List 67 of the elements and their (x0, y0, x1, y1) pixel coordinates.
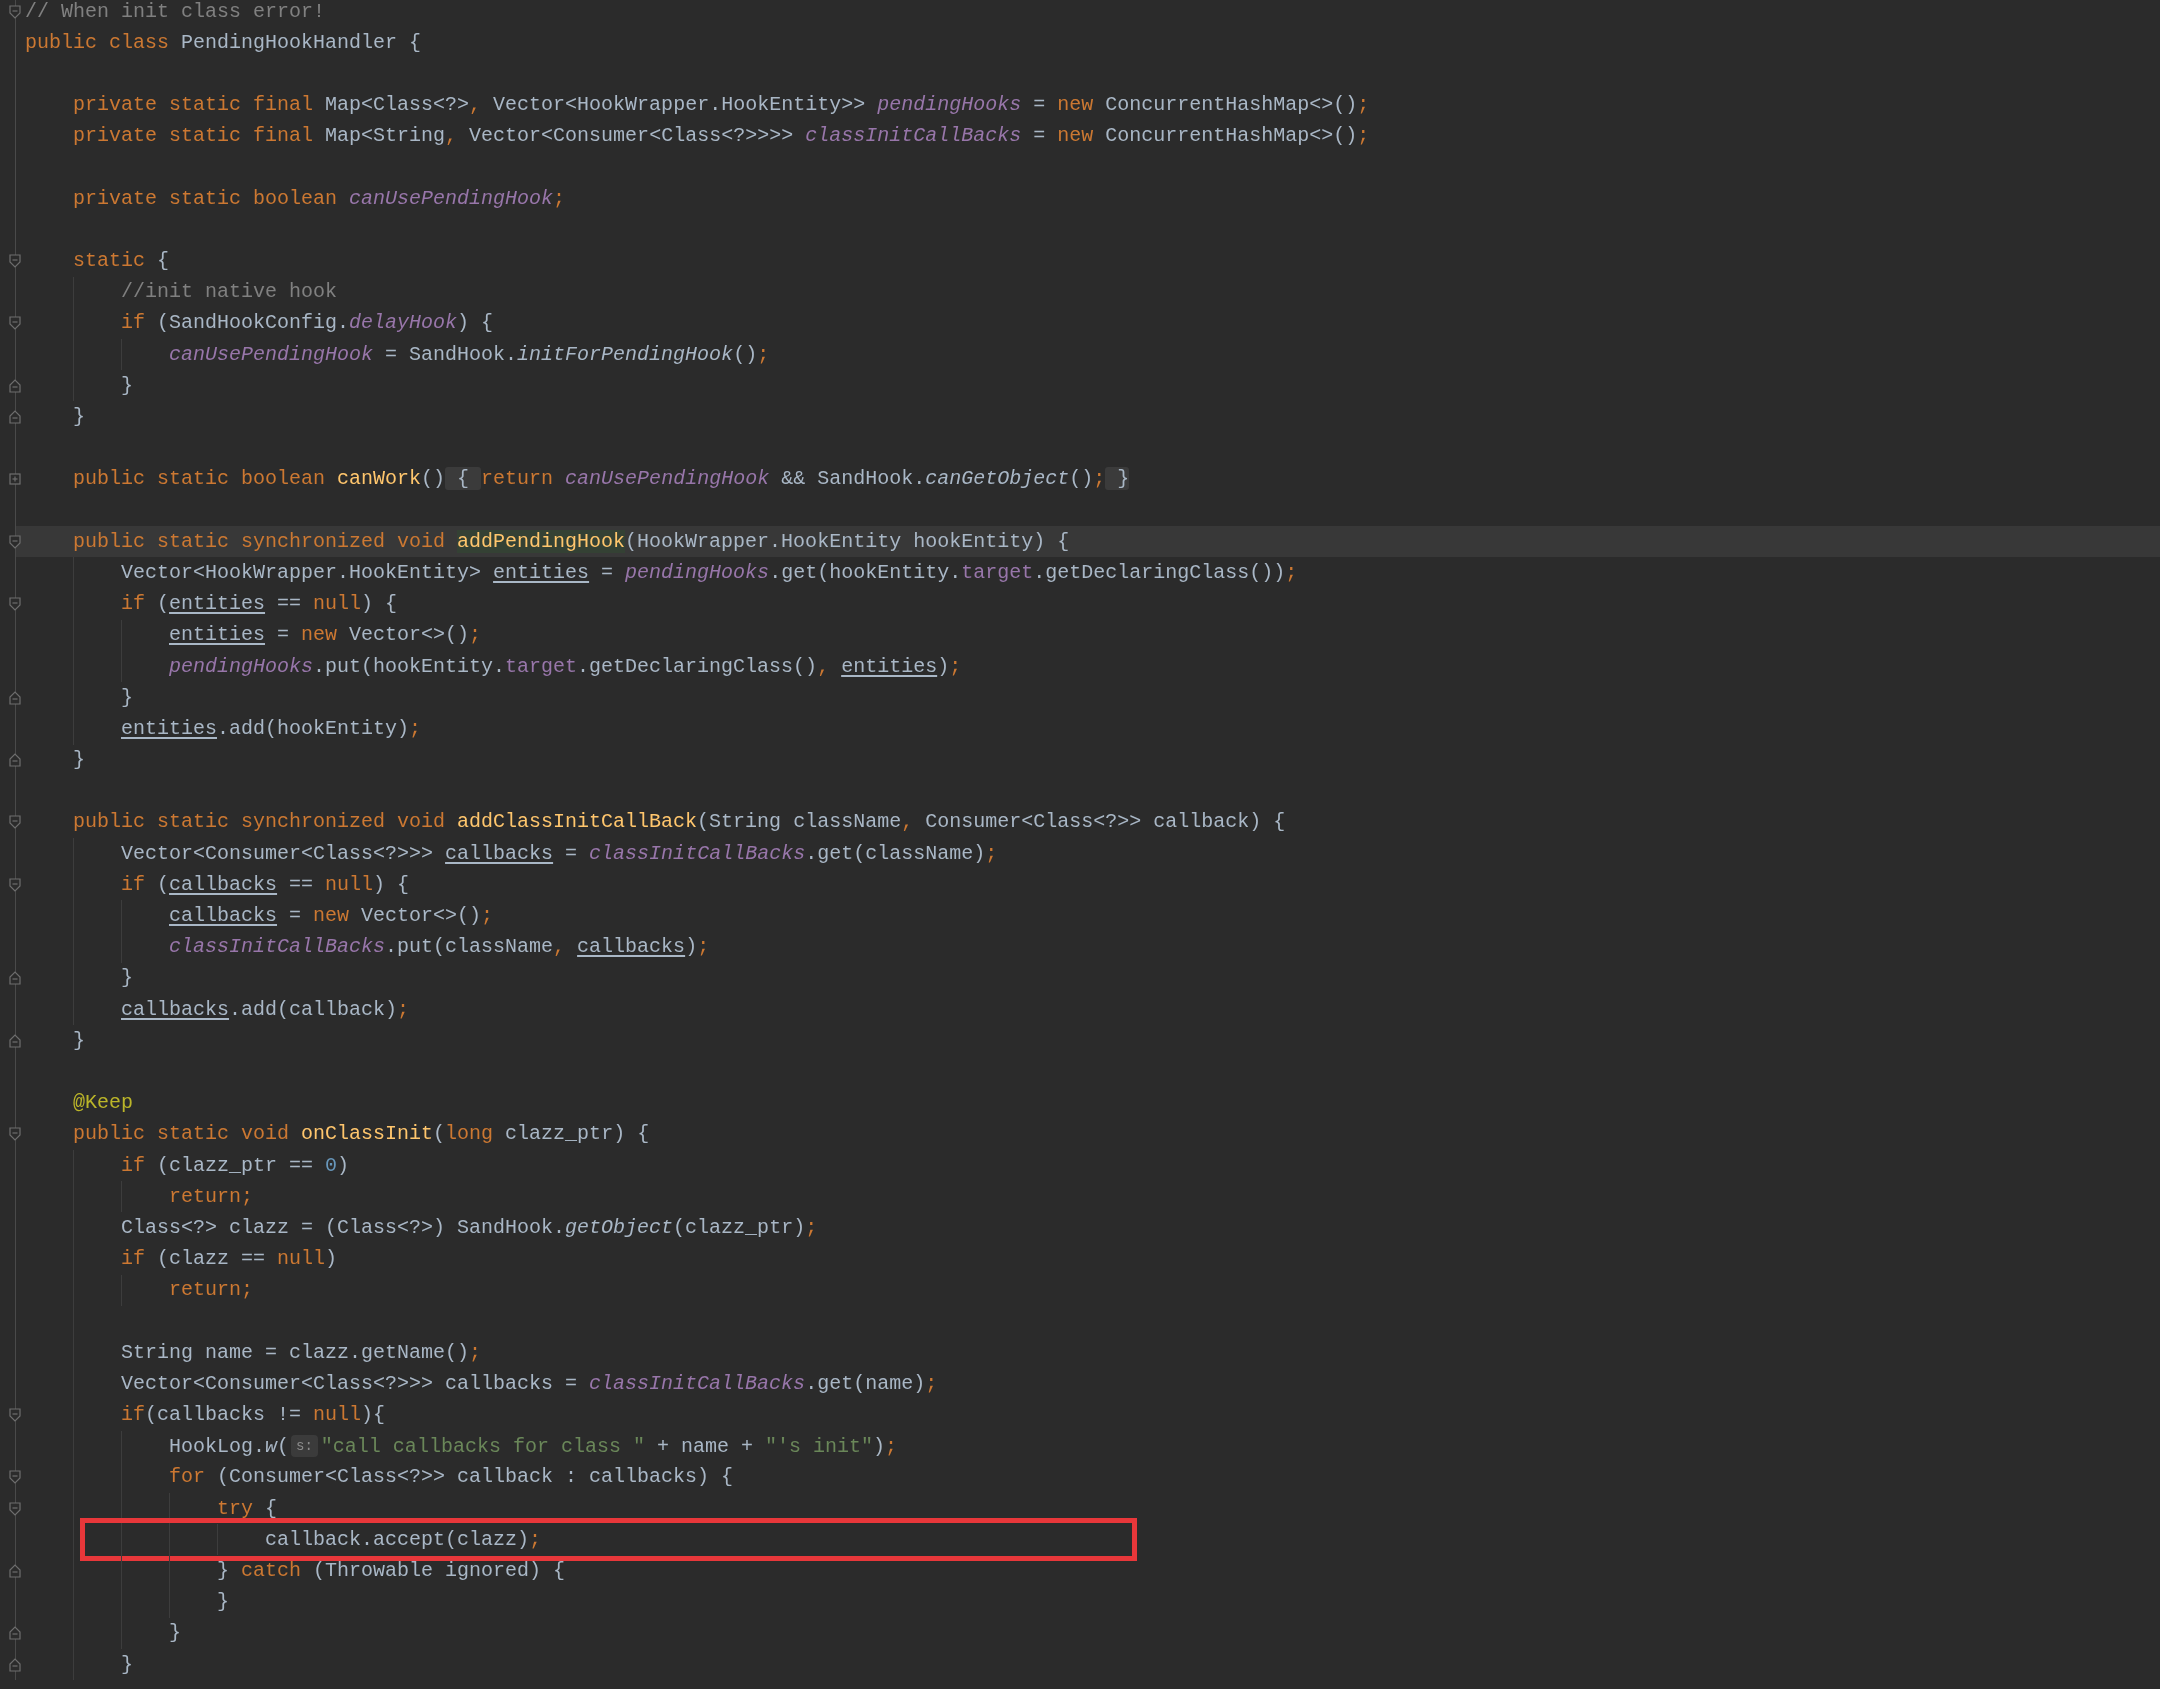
code-line: } (73, 747, 85, 774)
code-line: } (121, 965, 133, 992)
fold-marker-icon[interactable] (9, 1408, 21, 1423)
code-line: public class PendingHookHandler { (25, 29, 422, 56)
code-line: if (callbacks == null) { (121, 871, 410, 898)
code-line: for (Consumer<Class<?>> callback : callbacks) { (169, 1464, 734, 1491)
code-line: pendingHooks.put(hookEntity.target.getDeclaringClass(), entities); (169, 653, 962, 680)
code-line: if (entities == null) { (121, 591, 398, 618)
code-line: return; (169, 1277, 253, 1304)
fold-marker-icon[interactable] (9, 1501, 21, 1516)
code-line: callbacks.add(callback); (121, 996, 410, 1023)
fold-marker-icon[interactable] (9, 1033, 21, 1048)
fold-marker-icon[interactable] (9, 1626, 21, 1641)
code-line: if (clazz == null) (121, 1246, 338, 1273)
code-line: //init native hook (121, 279, 338, 306)
code-line: // When init class error! (25, 0, 326, 25)
code-line: Vector<Consumer<Class<?>>> callbacks = classInitCallBacks.get(className); (121, 840, 998, 867)
fold-marker-icon[interactable] (9, 1657, 21, 1672)
code-line: private static final Map<String, Vector<Consumer<Class<?>>>> classInitCallBacks = new ConcurrentHashMap<>(); (73, 123, 1370, 150)
code-line: } (121, 1651, 133, 1678)
code-line: entities = new Vector<>(); (169, 622, 482, 649)
code-line: private static final Map<Class<?>, Vector<HookWrapper.HookEntity>> pendingHooks = new ConcurrentHashMap<>(); (73, 92, 1370, 119)
fold-marker-icon[interactable] (9, 378, 21, 393)
code-line: } (73, 1027, 85, 1054)
code-line: return; (169, 1183, 253, 1210)
code-line: } catch (Throwable ignored) { (217, 1557, 566, 1584)
code-line: public static boolean canWork() { return canUsePendingHook && SandHook.canGetObject(); } (73, 466, 1130, 493)
fold-marker-icon[interactable] (9, 971, 21, 986)
fold-marker-icon[interactable] (9, 597, 21, 612)
fold-marker-icon[interactable] (9, 690, 21, 705)
fold-marker-icon[interactable] (9, 410, 21, 425)
code-line: Class<?> clazz = (Class<?>) SandHook.getObject(clazz_ptr); (121, 1214, 818, 1241)
code-line: } (121, 372, 133, 399)
code-line: public static void onClassInit(long clazz_ptr) { (73, 1121, 650, 1148)
code-line: Vector<Consumer<Class<?>>> callbacks = classInitCallBacks.get(name); (121, 1370, 938, 1397)
code-line: callback.accept(clazz); (265, 1526, 542, 1553)
code-line: } (217, 1589, 229, 1616)
code-line: } (121, 684, 133, 711)
fold-marker-icon[interactable] (9, 534, 21, 549)
code-line: Vector<HookWrapper.HookEntity> entities = pendingHooks.get(hookEntity.target.getDeclaringClass()); (121, 559, 1298, 586)
code-line: canUsePendingHook = SandHook.initForPendingHook(); (169, 341, 770, 368)
expand-icon[interactable] (9, 472, 21, 487)
fold-marker-icon[interactable] (9, 815, 21, 830)
code-line: if(callbacks != null){ (121, 1402, 386, 1429)
code-line: String name = clazz.getName(); (121, 1339, 482, 1366)
fold-marker-icon[interactable] (9, 254, 21, 269)
fold-marker-icon[interactable] (9, 1563, 21, 1578)
fold-marker-icon[interactable] (9, 4, 21, 19)
code-line: entities.add(hookEntity); (121, 715, 422, 742)
code-line: classInitCallBacks.put(className, callbacks); (169, 934, 710, 961)
code-line: try { (217, 1495, 278, 1522)
fold-marker-icon[interactable] (9, 1127, 21, 1142)
code-line: static { (73, 248, 170, 275)
code-line: public static synchronized void addClassInitCallBack(String className, Consumer<Class<?>> callback) { (73, 809, 1286, 836)
fold-marker-icon[interactable] (9, 316, 21, 331)
code-line: HookLog.w( $^{s:}$ "call callbacks for class " + name + "'s init"); (169, 1433, 897, 1460)
code-line: public static synchronized void addPendingHook(HookWrapper.HookEntity hookEntity) { (73, 528, 1070, 555)
fold-marker-icon[interactable] (9, 877, 21, 892)
code-line: if (clazz_ptr == 0) (121, 1152, 350, 1179)
code-line: } (169, 1620, 181, 1647)
code-line: callbacks = new Vector<>(); (169, 903, 494, 930)
code-line: } (73, 404, 85, 431)
fold-marker-icon[interactable] (9, 753, 21, 768)
fold-marker-icon[interactable] (9, 1470, 21, 1485)
code-line: @Keep (73, 1090, 133, 1117)
code-line: if (SandHookConfig.delayHook) { (121, 310, 494, 337)
code-line: private static boolean canUsePendingHook; (73, 185, 566, 212)
